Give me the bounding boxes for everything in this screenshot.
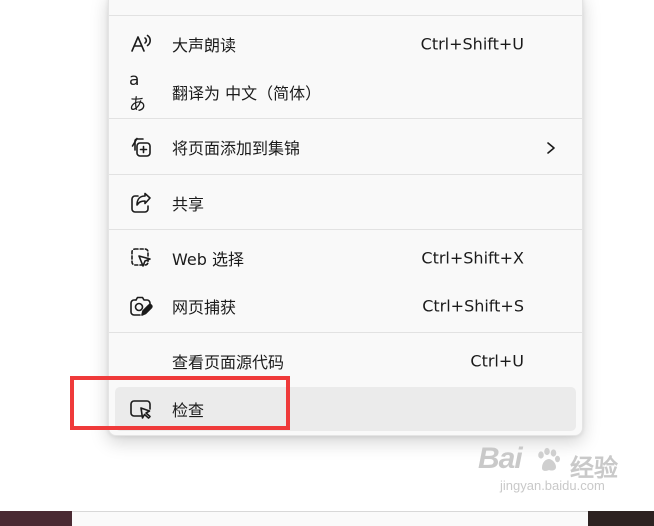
watermark-logo: Bai	[478, 442, 523, 475]
translate-icon-glyph: aあ	[129, 69, 146, 115]
menu-item-label: 翻译为 中文（简体）	[172, 84, 322, 103]
menu-separator	[109, 118, 582, 119]
menu-separator	[109, 15, 582, 16]
menu-item-share[interactable]: 共享	[115, 181, 576, 225]
menu-item-web-select[interactable]: Web 选择 Ctrl+Shift+X	[115, 236, 576, 280]
menu-item-label: 大声朗读	[172, 36, 237, 55]
menu-item-web-capture[interactable]: 网页捕获 Ctrl+Shift+S	[115, 284, 576, 328]
menu-item-label: 查看页面源代码	[172, 353, 285, 372]
chevron-right-icon	[544, 140, 558, 154]
menu-item-translate[interactable]: aあ 翻译为 中文（简体）	[115, 70, 576, 115]
web-select-icon	[129, 246, 153, 270]
translate-icon: aあ	[129, 70, 153, 115]
menu-item-view-source[interactable]: 查看页面源代码 Ctrl+U	[115, 339, 576, 383]
menu-item-shortcut: Ctrl+Shift+S	[422, 296, 524, 316]
menu-item-label: 共享	[172, 195, 205, 214]
context-menu: 大声朗读 Ctrl+Shift+U aあ 翻译为 中文（简体） 将页面添加到集锦	[108, 0, 583, 436]
menu-separator	[109, 229, 582, 230]
menu-separator	[109, 332, 582, 333]
watermark-url: jingyan.baidu.com	[500, 478, 605, 493]
menu-item-shortcut: Ctrl+Shift+U	[420, 34, 524, 54]
watermark: Bai 经验 jingyan.baidu.com	[478, 442, 646, 502]
menu-item-add-to-collections[interactable]: 将页面添加到集锦	[115, 125, 576, 169]
menu-item-label: 检查	[172, 401, 205, 420]
menu-item-shortcut: Ctrl+Shift+X	[421, 248, 524, 268]
page-background-strip	[0, 511, 72, 526]
menu-item-inspect[interactable]: 检查	[115, 387, 576, 431]
read-aloud-icon	[129, 32, 153, 56]
inspect-icon	[129, 397, 153, 421]
page-content-strip	[72, 511, 588, 526]
menu-item-label: 将页面添加到集锦	[172, 139, 301, 158]
menu-item-read-aloud[interactable]: 大声朗读 Ctrl+Shift+U	[115, 22, 576, 66]
collections-add-icon	[129, 135, 153, 159]
menu-separator	[109, 174, 582, 175]
page-background-strip	[588, 511, 654, 526]
share-icon	[129, 191, 153, 215]
menu-item-shortcut: Ctrl+U	[470, 351, 524, 371]
menu-item-label: 网页捕获	[172, 298, 237, 317]
web-capture-icon	[129, 294, 153, 318]
paw-icon	[534, 446, 562, 474]
menu-item-label: Web 选择	[172, 250, 244, 269]
